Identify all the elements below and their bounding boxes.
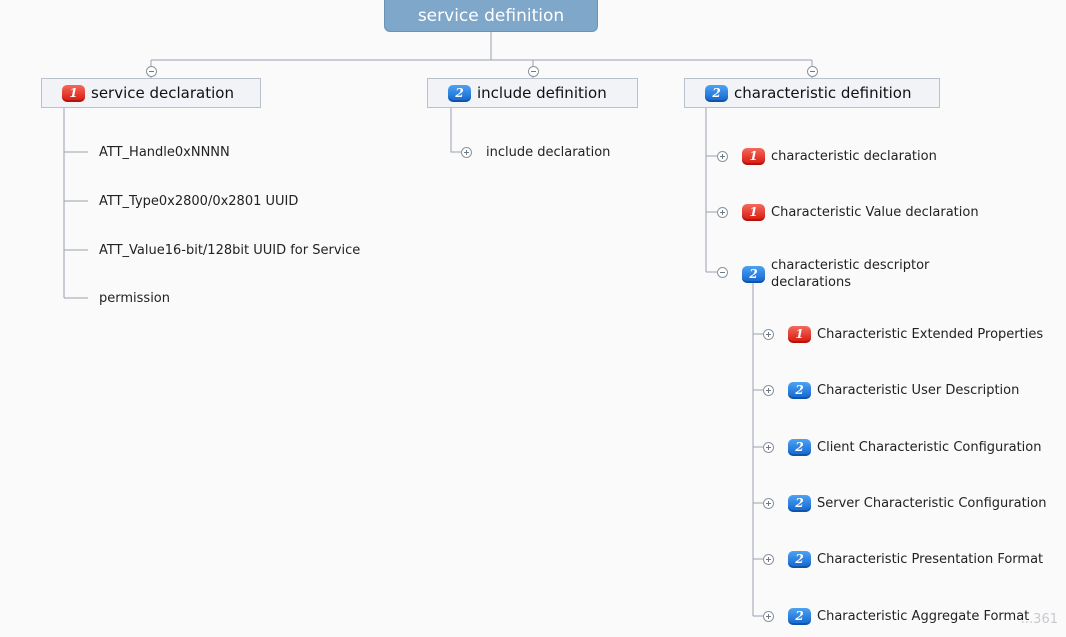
branch-label: characteristic definition (734, 84, 912, 102)
list-item[interactable]: 1 Characteristic Extended Properties (788, 324, 1043, 344)
expand-descriptor-icon[interactable] (763, 611, 774, 622)
leaf-label: Client Characteristic Configuration (817, 439, 1042, 455)
priority-2-icon: 2 (448, 84, 471, 102)
expand-descriptor-icon[interactable] (763, 442, 774, 453)
branch-label: include definition (477, 84, 607, 102)
collapse-include-definition-icon[interactable] (528, 66, 539, 77)
list-item[interactable]: ATT_Value16-bit/128bit UUID for Service (99, 240, 360, 260)
mindmap-canvas: service definition 1 service declaration… (0, 0, 1066, 637)
priority-2-icon: 2 (705, 84, 728, 102)
priority-1-icon: 1 (788, 325, 811, 343)
list-item[interactable]: 1 characteristic declaration (742, 146, 937, 166)
priority-1-icon: 1 (742, 147, 765, 165)
leaf-label: Server Characteristic Configuration (817, 495, 1047, 511)
root-node[interactable]: service definition (384, 0, 598, 32)
list-item[interactable]: 2 Server Characteristic Configuration (788, 493, 1046, 513)
expand-descriptor-icon[interactable] (763, 498, 774, 509)
list-item[interactable]: include declaration (486, 142, 610, 162)
leaf-label: ATT_Type0x2800/0x2801 UUID (99, 193, 299, 209)
branch-characteristic-definition[interactable]: 2 characteristic definition (684, 78, 940, 108)
list-item[interactable]: ATT_Handle0xNNNN (99, 142, 230, 162)
priority-2-icon: 2 (788, 381, 811, 399)
list-item[interactable]: ATT_Type0x2800/0x2801 UUID (99, 191, 298, 211)
expand-characteristic-value-declaration-icon[interactable] (717, 207, 728, 218)
collapse-descriptor-declarations-icon[interactable] (717, 267, 728, 278)
list-item[interactable]: 2 characteristic descriptor declarations (742, 256, 942, 292)
priority-1-icon: 1 (62, 84, 85, 102)
list-item[interactable]: 1 Characteristic Value declaration (742, 202, 979, 222)
expand-characteristic-declaration-icon[interactable] (717, 151, 728, 162)
list-item[interactable]: permission (99, 288, 170, 308)
leaf-label: Characteristic Value declaration (771, 204, 979, 220)
leaf-label: ATT_Handle0xNNNN (99, 144, 230, 160)
priority-2-icon: 2 (742, 265, 765, 283)
watermark: ...361 (1020, 612, 1058, 627)
expand-include-declaration-icon[interactable] (461, 147, 472, 158)
priority-1-icon: 1 (742, 203, 765, 221)
collapse-service-declaration-icon[interactable] (146, 66, 157, 77)
collapse-characteristic-definition-icon[interactable] (807, 66, 818, 77)
leaf-label: Characteristic Aggregate Format (817, 608, 1030, 624)
branch-include-definition[interactable]: 2 include definition (427, 78, 638, 108)
leaf-label: Characteristic User Description (817, 382, 1020, 398)
leaf-label: Characteristic Presentation Format (817, 551, 1044, 567)
branch-service-declaration[interactable]: 1 service declaration (41, 78, 261, 108)
priority-2-icon: 2 (788, 438, 811, 456)
priority-2-icon: 2 (788, 550, 811, 568)
list-item[interactable]: 2 Characteristic Presentation Format (788, 549, 1043, 569)
leaf-label: permission (99, 290, 170, 306)
leaf-label: characteristic descriptor declarations (771, 258, 930, 290)
branch-label: service declaration (91, 84, 234, 102)
expand-descriptor-icon[interactable] (763, 554, 774, 565)
list-item[interactable]: 2 Characteristic User Description (788, 380, 1019, 400)
leaf-label: characteristic declaration (771, 148, 937, 164)
leaf-label: Characteristic Extended Properties (817, 326, 1044, 342)
list-item[interactable]: 2 Client Characteristic Configuration (788, 437, 1042, 457)
leaf-label: include declaration (486, 144, 611, 160)
expand-descriptor-icon[interactable] (763, 385, 774, 396)
list-item[interactable]: 2 Characteristic Aggregate Format (788, 606, 1029, 626)
priority-2-icon: 2 (788, 607, 811, 625)
expand-descriptor-icon[interactable] (763, 329, 774, 340)
leaf-label: ATT_Value16-bit/128bit UUID for Service (99, 242, 361, 258)
root-label: service definition (417, 5, 565, 26)
priority-2-icon: 2 (788, 494, 811, 512)
